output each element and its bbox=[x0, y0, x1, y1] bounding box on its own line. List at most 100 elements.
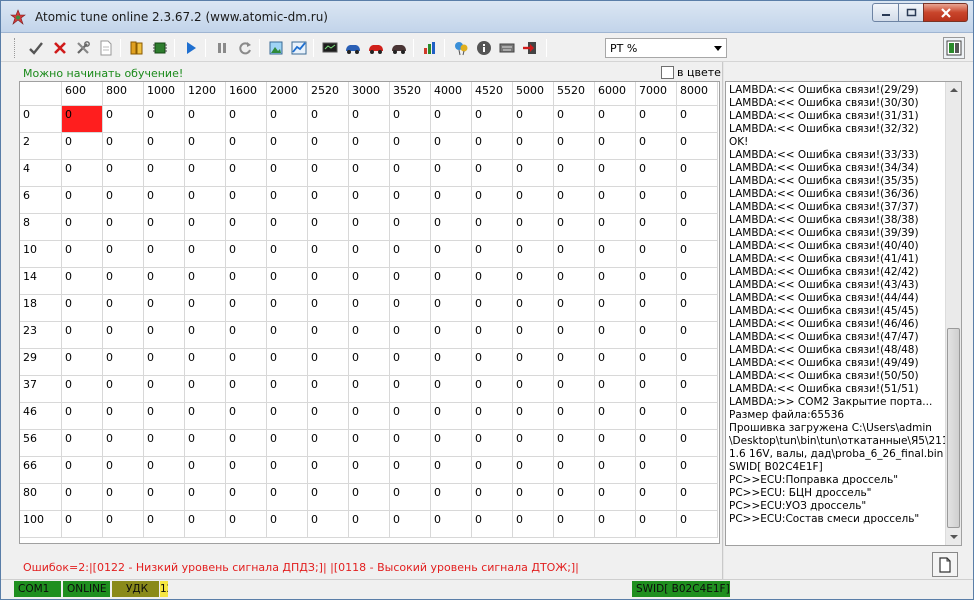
table-cell[interactable]: 0 bbox=[677, 457, 718, 484]
table-cell[interactable]: 0 bbox=[554, 511, 595, 538]
table-cell[interactable]: 0 bbox=[554, 457, 595, 484]
table-cell[interactable]: 0 bbox=[62, 133, 103, 160]
table-cell[interactable]: 0 bbox=[144, 133, 185, 160]
table-cell[interactable]: 0 bbox=[513, 457, 554, 484]
table-cell[interactable]: 0 bbox=[390, 511, 431, 538]
table-cell[interactable]: 0 bbox=[554, 133, 595, 160]
table-cell[interactable]: 0 bbox=[595, 403, 636, 430]
table-cell[interactable]: 0 bbox=[103, 241, 144, 268]
table-cell[interactable]: 0 bbox=[595, 376, 636, 403]
table-cell[interactable]: 0 bbox=[267, 349, 308, 376]
table-cell[interactable]: 0 bbox=[554, 484, 595, 511]
monitor-button[interactable] bbox=[321, 39, 339, 57]
table-cell[interactable]: 0 bbox=[185, 214, 226, 241]
table-cell[interactable]: 0 bbox=[144, 106, 185, 133]
table-cell[interactable]: 0 bbox=[595, 241, 636, 268]
table-cell[interactable]: 0 bbox=[554, 322, 595, 349]
table-cell[interactable]: 0 bbox=[185, 349, 226, 376]
check-button[interactable] bbox=[27, 39, 45, 57]
table-cell[interactable]: 0 bbox=[62, 187, 103, 214]
table-cell[interactable]: 0 bbox=[472, 214, 513, 241]
table-cell[interactable]: 0 bbox=[267, 403, 308, 430]
minimize-button[interactable] bbox=[872, 3, 899, 22]
table-cell[interactable]: 0 bbox=[103, 376, 144, 403]
table-cell[interactable]: 0 bbox=[636, 457, 677, 484]
table-cell[interactable]: 0 bbox=[144, 484, 185, 511]
table-cell[interactable]: 0 bbox=[267, 106, 308, 133]
table-cell[interactable]: 0 bbox=[636, 268, 677, 295]
table-cell[interactable]: 0 bbox=[308, 403, 349, 430]
table-cell[interactable]: 0 bbox=[267, 430, 308, 457]
table-cell[interactable]: 0 bbox=[144, 187, 185, 214]
color-mode-checkbox[interactable] bbox=[661, 66, 674, 79]
table-cell[interactable]: 0 bbox=[472, 403, 513, 430]
table-cell[interactable]: 0 bbox=[62, 295, 103, 322]
table-cell[interactable]: 0 bbox=[431, 295, 472, 322]
table-cell[interactable]: 0 bbox=[144, 403, 185, 430]
close-button[interactable] bbox=[923, 3, 968, 22]
table-cell[interactable]: 0 bbox=[62, 349, 103, 376]
table-cell[interactable]: 0 bbox=[513, 214, 554, 241]
table-cell[interactable]: 0 bbox=[349, 268, 390, 295]
table-cell[interactable]: 0 bbox=[431, 457, 472, 484]
table-cell[interactable]: 0 bbox=[595, 133, 636, 160]
table-cell[interactable]: 0 bbox=[144, 241, 185, 268]
table-cell[interactable]: 0 bbox=[308, 511, 349, 538]
table-cell[interactable]: 0 bbox=[267, 160, 308, 187]
table-cell[interactable]: 0 bbox=[431, 187, 472, 214]
table-cell[interactable]: 0 bbox=[677, 484, 718, 511]
table-cell[interactable]: 0 bbox=[472, 376, 513, 403]
table-cell[interactable]: 0 bbox=[636, 214, 677, 241]
table-cell[interactable]: 0 bbox=[677, 187, 718, 214]
table-cell[interactable]: 0 bbox=[62, 160, 103, 187]
table-cell[interactable]: 0 bbox=[472, 322, 513, 349]
refresh-button[interactable] bbox=[236, 39, 254, 57]
table-cell[interactable]: 0 bbox=[349, 511, 390, 538]
table-cell[interactable]: 0 bbox=[513, 106, 554, 133]
table-cell[interactable]: 0 bbox=[390, 187, 431, 214]
table-cell[interactable]: 0 bbox=[62, 430, 103, 457]
balloons-button[interactable] bbox=[452, 39, 470, 57]
toolbar-grip[interactable] bbox=[14, 38, 17, 58]
table-cell[interactable]: 0 bbox=[431, 376, 472, 403]
table-cell[interactable]: 0 bbox=[513, 403, 554, 430]
table-cell[interactable]: 0 bbox=[472, 241, 513, 268]
car-red-button[interactable] bbox=[367, 39, 385, 57]
table-cell[interactable]: 0 bbox=[62, 376, 103, 403]
table-cell[interactable]: 0 bbox=[636, 160, 677, 187]
chart-button[interactable] bbox=[290, 39, 308, 57]
table-cell[interactable]: 0 bbox=[554, 106, 595, 133]
table-cell[interactable]: 0 bbox=[513, 376, 554, 403]
table-cell[interactable]: 0 bbox=[144, 511, 185, 538]
document-button[interactable] bbox=[97, 39, 115, 57]
table-cell[interactable]: 0 bbox=[513, 349, 554, 376]
play-button[interactable] bbox=[182, 39, 200, 57]
table-cell[interactable]: 0 bbox=[267, 484, 308, 511]
table-cell[interactable]: 0 bbox=[390, 241, 431, 268]
scroll-down-button[interactable] bbox=[946, 529, 961, 545]
table-cell[interactable]: 0 bbox=[185, 430, 226, 457]
table-cell[interactable]: 0 bbox=[308, 295, 349, 322]
table-cell[interactable]: 0 bbox=[431, 268, 472, 295]
table-cell[interactable]: 0 bbox=[390, 484, 431, 511]
table-cell[interactable]: 0 bbox=[472, 511, 513, 538]
table-cell[interactable]: 0 bbox=[226, 133, 267, 160]
panel-toggle-button[interactable] bbox=[943, 37, 965, 59]
table-cell[interactable]: 0 bbox=[554, 403, 595, 430]
car-blue-button[interactable] bbox=[344, 39, 362, 57]
table-cell[interactable]: 0 bbox=[103, 322, 144, 349]
table-cell[interactable]: 0 bbox=[554, 214, 595, 241]
table-cell[interactable]: 0 bbox=[431, 403, 472, 430]
table-cell[interactable]: 0 bbox=[267, 457, 308, 484]
table-cell[interactable]: 0 bbox=[103, 268, 144, 295]
table-cell[interactable]: 0 bbox=[308, 349, 349, 376]
table-cell[interactable]: 0 bbox=[431, 214, 472, 241]
table-cell[interactable]: 0 bbox=[390, 160, 431, 187]
table-cell[interactable]: 0 bbox=[636, 187, 677, 214]
table-cell[interactable]: 0 bbox=[677, 430, 718, 457]
table-cell[interactable]: 0 bbox=[226, 430, 267, 457]
title-bar[interactable]: Atomic tune online 2.3.67.2 (www.atomic-… bbox=[1, 1, 973, 33]
table-cell[interactable]: 0 bbox=[513, 322, 554, 349]
table-cell[interactable]: 0 bbox=[308, 457, 349, 484]
table-cell[interactable]: 0 bbox=[349, 187, 390, 214]
